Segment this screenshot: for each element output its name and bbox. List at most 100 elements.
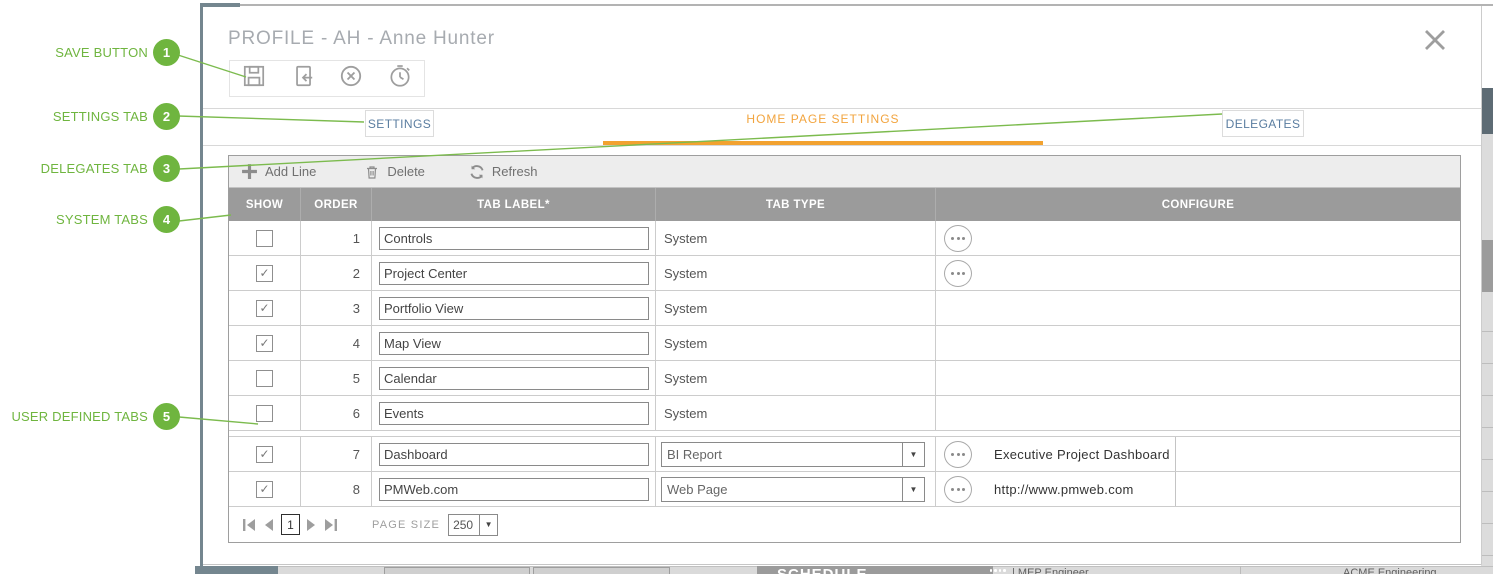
configure-cell: http://www.pmweb.com	[936, 472, 1176, 506]
tab-type-dropdown[interactable]: BI Report ▼	[661, 441, 925, 467]
background-grid-rows-sliver	[1481, 300, 1493, 566]
tab-type-value: System	[664, 300, 708, 316]
chevron-down-icon[interactable]: ▼	[902, 442, 924, 466]
refresh-button[interactable]: Refresh	[469, 164, 537, 180]
configure-cell: Executive Project Dashboard	[936, 437, 1176, 471]
tab-type-selected: BI Report	[667, 446, 722, 462]
table-row: ✓ 4 System	[229, 326, 1460, 361]
tab-type-dropdown[interactable]: Web Page ▼	[661, 476, 925, 502]
modal-top-accent	[200, 3, 240, 7]
tab-type-value: System	[664, 335, 708, 351]
trash-icon	[367, 165, 378, 179]
annotation-settings-tab: SETTINGS TAB 2	[0, 103, 180, 130]
page-size-select[interactable]: 250 ▼	[448, 513, 499, 536]
order-value: 1	[301, 221, 372, 255]
checkmark: ✓	[259, 482, 270, 496]
tab-type-value: System	[664, 230, 708, 246]
order-value: 6	[301, 396, 372, 430]
background-text: ACME Engineering	[1343, 567, 1437, 574]
annotation-save-button: SAVE BUTTON 1	[0, 39, 180, 66]
show-checkbox[interactable]: ✓	[256, 445, 273, 463]
checkmark: ✓	[259, 447, 270, 461]
annotation-label: DELEGATES TAB	[40, 161, 148, 176]
col-header-tab-type: TAB TYPE	[656, 188, 936, 221]
order-value: 2	[301, 256, 372, 290]
annotation-system-tabs: SYSTEM TABS 4	[0, 206, 180, 233]
tab-home-page-settings-label: HOME PAGE SETTINGS	[746, 112, 900, 126]
save-exit-icon[interactable]	[290, 63, 316, 94]
tab-label-input[interactable]	[379, 296, 649, 320]
tab-label-input[interactable]	[379, 226, 649, 250]
tab-delegates-label: DELEGATES	[1225, 116, 1301, 131]
background-page-strip: SCHEDULE | MEP Engineer ACME Engineering	[0, 566, 1493, 574]
tab-label-input[interactable]	[379, 261, 649, 285]
current-page-box[interactable]: 1	[281, 514, 300, 535]
col-header-tab-label: TAB LABEL*	[372, 188, 656, 221]
save-icon[interactable]	[241, 63, 267, 94]
configure-ellipsis-button[interactable]	[944, 259, 972, 287]
last-page-icon[interactable]	[323, 518, 338, 532]
tab-label-input[interactable]	[379, 477, 649, 501]
order-value: 5	[301, 361, 372, 395]
tab-settings-label: SETTINGS	[367, 116, 432, 131]
delete-button[interactable]: Delete	[364, 164, 425, 180]
configure-ellipsis-button[interactable]	[944, 224, 972, 252]
page-size-value: 250	[453, 517, 474, 532]
add-line-button[interactable]: Add Line	[241, 163, 316, 180]
schedule-label: SCHEDULE	[777, 566, 868, 574]
configure-ellipsis-button[interactable]	[944, 475, 972, 503]
show-checkbox[interactable]: ✓	[256, 264, 273, 282]
show-checkbox[interactable]	[256, 369, 273, 387]
show-checkbox[interactable]: ✓	[256, 480, 273, 498]
table-row: ✓ 7 BI Report ▼ Executive Project Dashbo…	[229, 437, 1460, 472]
profile-modal-screen: PROFILE - AH - Anne Hunter SETTINGS HOME…	[0, 0, 1493, 574]
show-checkbox[interactable]: ✓	[256, 299, 273, 317]
order-value: 3	[301, 291, 372, 325]
table-row: 6 System	[229, 396, 1460, 431]
add-line-label: Add Line	[265, 164, 317, 179]
reminder-clock-icon[interactable]	[387, 63, 413, 94]
chevron-down-icon[interactable]: ▼	[902, 477, 924, 501]
tab-home-page-settings[interactable]: HOME PAGE SETTINGS	[603, 112, 1043, 126]
tab-label-input[interactable]	[379, 442, 649, 466]
configure-value: Executive Project Dashboard	[994, 446, 1170, 462]
tab-label-input[interactable]	[379, 366, 649, 390]
tab-label-input[interactable]	[379, 401, 649, 425]
background-text: | MEP Engineer	[1012, 567, 1089, 574]
page-scrollbar	[1481, 88, 1493, 566]
scrollbar-thumb[interactable]	[1481, 88, 1493, 134]
checkmark: ✓	[259, 266, 270, 280]
annotation-label: SAVE BUTTON	[55, 45, 148, 60]
show-checkbox[interactable]	[256, 404, 273, 422]
chevron-down-icon[interactable]: ▼	[479, 514, 497, 535]
order-value: 8	[301, 472, 372, 506]
configure-ellipsis-button[interactable]	[944, 440, 972, 468]
table-row: 1 System	[229, 221, 1460, 256]
background-button	[533, 567, 670, 574]
cancel-icon[interactable]	[338, 63, 364, 94]
close-icon[interactable]	[1421, 26, 1449, 54]
order-value: 7	[301, 437, 372, 471]
first-page-icon[interactable]	[242, 518, 257, 532]
tab-type-value: System	[664, 405, 708, 421]
tab-type-value: System	[664, 265, 708, 281]
home-page-tabs-grid: Add Line Delete Refresh SHOW ORDER TAB L…	[228, 155, 1461, 543]
show-checkbox[interactable]: ✓	[256, 334, 273, 352]
tab-settings[interactable]: SETTINGS	[365, 110, 434, 137]
tab-label-input[interactable]	[379, 331, 649, 355]
previous-page-icon[interactable]	[263, 518, 274, 532]
background-button	[384, 567, 530, 574]
show-checkbox[interactable]	[256, 229, 273, 247]
table-row: ✓ 2 System	[229, 256, 1460, 291]
modal-title: PROFILE - AH - Anne Hunter	[228, 28, 495, 49]
table-row: 5 System	[229, 361, 1460, 396]
grid-header: SHOW ORDER TAB LABEL* TAB TYPE CONFIGURE	[229, 188, 1460, 221]
grid-pager: 1 PAGE SIZE 250 ▼	[229, 507, 1460, 542]
background-selected-cell	[195, 566, 278, 574]
grid-toolbar: Add Line Delete Refresh	[229, 156, 1460, 188]
modal-left-border	[200, 4, 203, 566]
next-page-icon[interactable]	[306, 518, 317, 532]
annotation-number-badge: 2	[153, 103, 180, 130]
delete-label: Delete	[387, 164, 425, 179]
tab-delegates[interactable]: DELEGATES	[1222, 110, 1304, 137]
